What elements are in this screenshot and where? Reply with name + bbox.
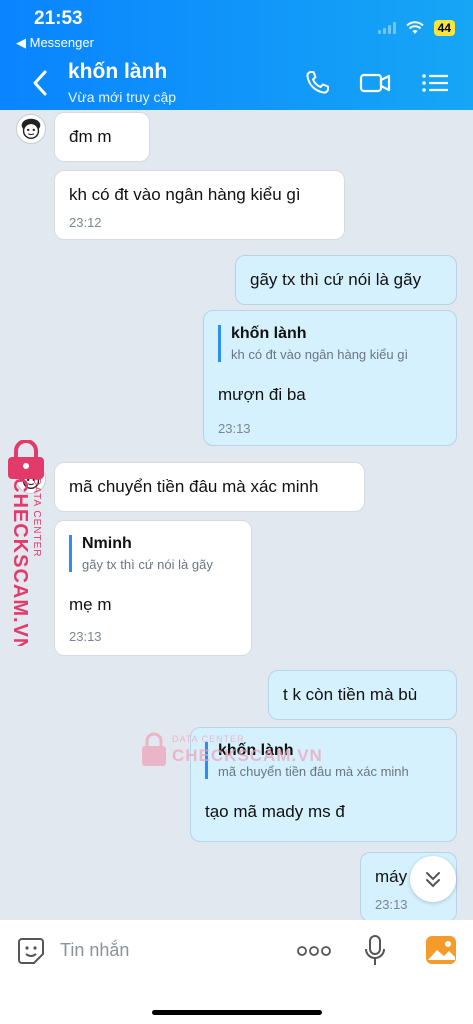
quoted-text: kh có đt vào ngân hàng kiểu gì: [231, 347, 409, 362]
outgoing-message[interactable]: khốn lành kh có đt vào ngân hàng kiểu gì…: [203, 310, 457, 446]
message-time: 23:13: [218, 421, 251, 436]
cellular-signal-icon: [377, 22, 396, 34]
incoming-message[interactable]: mã chuyển tiền đâu mà xác minh: [54, 462, 365, 512]
back-arrow-icon[interactable]: [28, 66, 54, 100]
outgoing-message[interactable]: gãy tx thì cứ nói là gãy: [235, 255, 457, 305]
message-time: 23:13: [69, 629, 102, 644]
watermark-brand: CHECKSCAM.VN: [172, 746, 323, 765]
padlock-icon: [142, 732, 166, 766]
message-text: gãy tx thì cứ nói là gãy: [250, 270, 422, 289]
wifi-icon: [405, 21, 424, 34]
message-text: mượn đi ba: [218, 385, 306, 404]
quoted-sender: khốn lành: [231, 325, 307, 342]
message-text: tạo mã mady ms đ: [205, 802, 345, 821]
menu-list-icon[interactable]: [418, 68, 452, 98]
microphone-icon[interactable]: [362, 934, 388, 970]
battery-indicator: 44: [433, 20, 455, 36]
incoming-message[interactable]: Nminh gãy tx thì cứ nói là gãy mẹ m 23:1…: [54, 520, 252, 656]
incoming-message[interactable]: kh có đt vào ngân hàng kiểu gì 23:12: [54, 170, 345, 240]
contact-status: Vừa mới truy cập: [68, 89, 177, 105]
message-time: 23:13: [375, 897, 408, 912]
quoted-reply[interactable]: khốn lành kh có đt vào ngân hàng kiểu gì: [218, 325, 408, 362]
video-call-icon[interactable]: [358, 68, 392, 98]
more-options-icon[interactable]: [296, 944, 332, 958]
message-text: máy: [375, 867, 408, 886]
scroll-to-bottom-button[interactable]: [410, 856, 456, 902]
message-text: mẹ m: [69, 595, 112, 614]
watermark-brand: CHECKSCAM.VN: [9, 478, 31, 646]
contact-name[interactable]: khốn lành: [68, 60, 167, 84]
status-icons: 44: [377, 20, 455, 36]
contact-avatar[interactable]: [16, 114, 46, 144]
quoted-reply[interactable]: Nminh gãy tx thì cứ nói là gãy: [69, 535, 213, 572]
message-text: mã chuyển tiền đâu mà xác minh: [69, 477, 319, 496]
message-input[interactable]: Tin nhắn: [60, 940, 129, 961]
incoming-message[interactable]: đm m: [54, 112, 150, 162]
home-indicator[interactable]: [152, 1010, 322, 1015]
message-text: t k còn tiền mà bù: [283, 685, 418, 704]
message-text: kh có đt vào ngân hàng kiểu gì: [69, 185, 301, 204]
outgoing-message[interactable]: t k còn tiền mà bù: [268, 670, 457, 720]
phone-call-icon[interactable]: [302, 68, 336, 98]
checkscam-watermark-center: DATA CENTER CHECKSCAM.VN: [140, 732, 322, 776]
watermark-top: DATA CENTER: [172, 734, 245, 744]
checkscam-watermark: CHECKSCAM.VN DATA CENTER: [4, 440, 44, 646]
sticker-emoji-icon[interactable]: [16, 936, 46, 966]
chat-header: 21:53 ◀ Messenger 44 khốn lành Vừa mới t…: [0, 0, 473, 110]
quoted-text: gãy tx thì cứ nói là gãy: [82, 557, 213, 572]
message-time: 23:12: [69, 215, 102, 230]
message-input-bar: Tin nhắn: [0, 920, 473, 1024]
watermark-top: DATA CENTER: [31, 478, 42, 558]
message-text: đm m: [69, 127, 112, 146]
gallery-image-icon[interactable]: [424, 934, 458, 966]
back-to-messenger-link[interactable]: ◀ Messenger: [16, 35, 94, 51]
quoted-sender: Nminh: [82, 535, 132, 552]
chevron-double-down-icon: [426, 872, 440, 888]
status-time: 21:53: [34, 8, 83, 29]
message-list[interactable]: đm m kh có đt vào ngân hàng kiểu gì 23:1…: [0, 110, 473, 920]
padlock-icon: [8, 440, 44, 479]
